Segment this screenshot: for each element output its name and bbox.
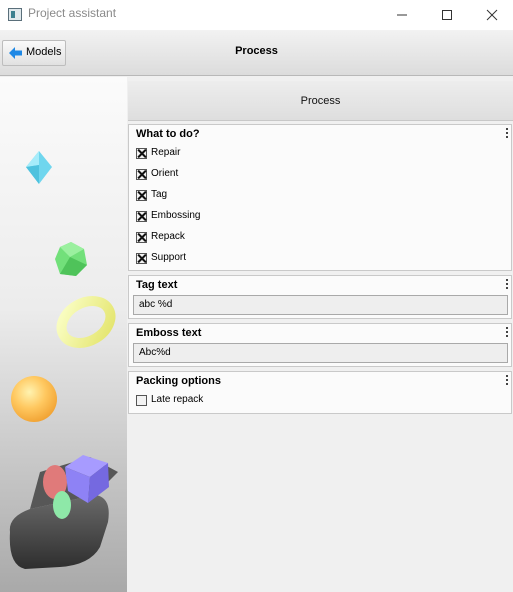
octahedron-shape (26, 151, 52, 184)
checkbox-label: Orient (151, 168, 179, 179)
checkbox-label: Repair (151, 147, 181, 158)
maximize-icon (442, 10, 452, 20)
emboss-text-group: Emboss text Abc%d (128, 323, 512, 367)
close-icon (486, 9, 498, 21)
checkbox-label: Late repack (151, 394, 204, 405)
checkbox-box[interactable] (136, 148, 147, 159)
torus-shape (56, 296, 116, 348)
icosahedron-shape (55, 242, 87, 276)
3d-shapes-illustration (9, 151, 118, 569)
checkbox-box[interactable] (136, 169, 147, 180)
project-assistant-window: Project assistant Models Process Process… (0, 0, 513, 592)
drag-handle-icon[interactable] (506, 128, 509, 139)
section-title: Process (300, 95, 341, 107)
checkbox-label: Support (151, 252, 187, 263)
drag-handle-icon[interactable] (506, 279, 509, 290)
page-title: Process (235, 45, 278, 57)
checkbox-box[interactable] (136, 190, 147, 201)
emboss-text-input[interactable]: Abc%d (133, 343, 508, 363)
checkbox-box[interactable] (136, 253, 147, 264)
cylinder-shape (53, 491, 71, 519)
process-panel: Process What to do? Repair Orient Tag Em… (127, 77, 513, 592)
packing-options-title: Packing options (136, 375, 221, 387)
title-bar: Project assistant (0, 0, 513, 30)
tag-text-title: Tag text (136, 279, 178, 291)
minimize-button[interactable] (379, 0, 425, 30)
checkbox-box[interactable] (136, 395, 147, 406)
section-header: Process (128, 81, 513, 121)
checkbox-label: Tag (151, 189, 168, 200)
what-to-do-group: What to do? Repair Orient Tag Embossing … (128, 124, 512, 271)
minimize-icon (397, 14, 407, 16)
checkbox-label: Repack (151, 231, 185, 242)
sphere-shape (11, 376, 57, 422)
toolbar: Models Process (0, 30, 513, 76)
checkbox-box[interactable] (136, 211, 147, 222)
bin-illustration (9, 455, 118, 569)
packing-options-group: Packing options Late repack (128, 371, 512, 414)
emboss-text-title: Emboss text (136, 327, 202, 339)
what-to-do-title: What to do? (136, 128, 200, 140)
maximize-button[interactable] (424, 0, 470, 30)
window-title: Project assistant (28, 6, 117, 20)
drag-handle-icon[interactable] (506, 327, 509, 338)
app-icon (8, 8, 22, 21)
close-button[interactable] (469, 0, 513, 30)
decorative-side-panel (0, 77, 127, 592)
tag-text-group: Tag text abc %d (128, 275, 512, 319)
drag-handle-icon[interactable] (506, 375, 509, 386)
checkbox-box[interactable] (136, 232, 147, 243)
checkbox-label: Embossing (151, 210, 201, 221)
tag-text-input[interactable]: abc %d (133, 295, 508, 315)
